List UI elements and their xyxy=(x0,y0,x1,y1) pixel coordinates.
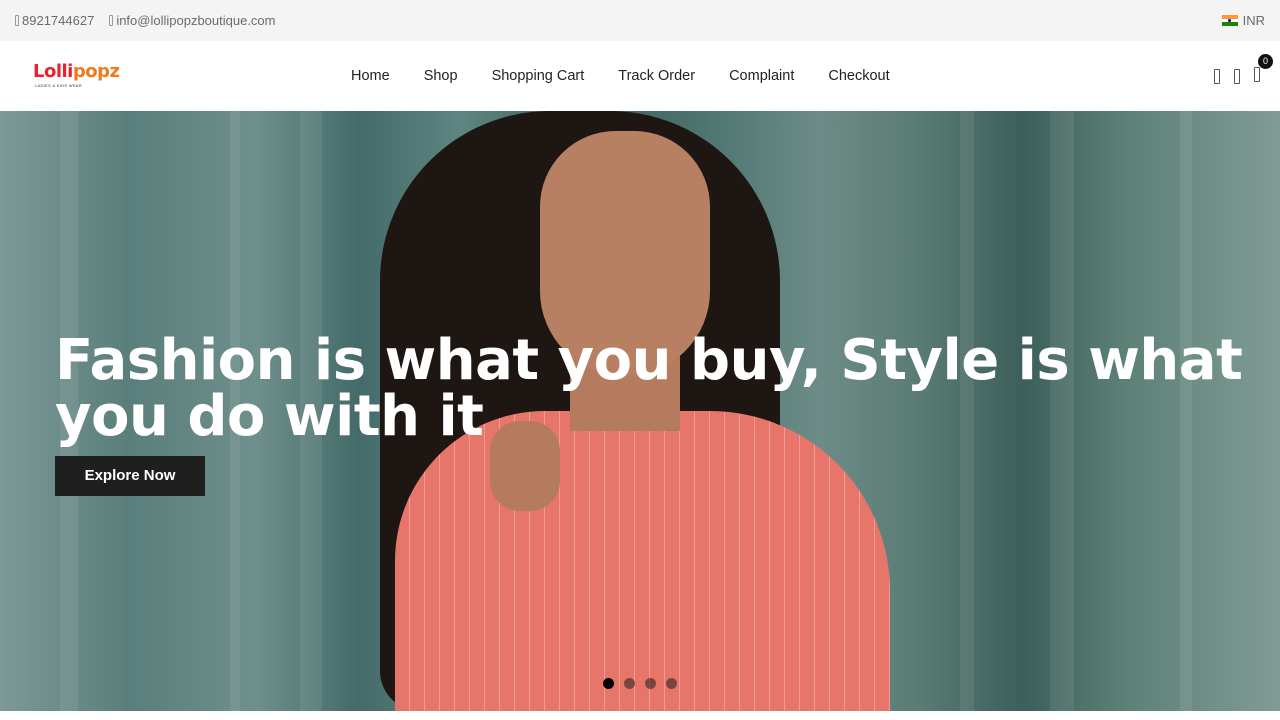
cart-icon xyxy=(1254,66,1260,82)
slide-dot-2[interactable] xyxy=(624,678,635,689)
phone-link[interactable]: 8921744627 xyxy=(15,13,94,28)
slide-dot-3[interactable] xyxy=(645,678,656,689)
nav-shopping-cart[interactable]: Shopping Cart xyxy=(475,68,602,84)
nav-home[interactable]: Home xyxy=(334,68,407,84)
logo-wordmark: Lollipopz xyxy=(33,61,120,82)
hero-content: Fashion is what you buy, Style is what y… xyxy=(55,333,1255,496)
hero-slider: Fashion is what you buy, Style is what y… xyxy=(0,111,1280,711)
nav-shop[interactable]: Shop xyxy=(407,68,475,84)
email-address: info@lollipopzboutique.com xyxy=(116,13,276,28)
site-header: Lollipopz LADIES & KIDS WEAR Home Shop S… xyxy=(0,41,1280,111)
phone-number: 8921744627 xyxy=(22,13,95,28)
india-flag-icon xyxy=(1221,15,1238,27)
cart-button[interactable]: 0 xyxy=(1254,53,1273,86)
header-actions: 0 xyxy=(1214,41,1273,111)
cart-count-badge: 0 xyxy=(1258,53,1273,69)
hero-title: Fashion is what you buy, Style is what y… xyxy=(55,328,1243,449)
brand-logo[interactable]: Lollipopz LADIES & KIDS WEAR xyxy=(33,61,120,91)
email-link[interactable]: info@lollipopzboutique.com xyxy=(109,13,276,28)
search-icon[interactable] xyxy=(1214,68,1220,84)
nav-complaint[interactable]: Complaint xyxy=(712,68,811,84)
currency-label: INR xyxy=(1242,13,1265,28)
explore-now-button[interactable]: Explore Now xyxy=(55,456,205,496)
envelope-icon xyxy=(109,15,114,26)
slide-dot-1[interactable] xyxy=(603,678,614,689)
nav-checkout[interactable]: Checkout xyxy=(811,68,906,84)
slider-pagination xyxy=(603,678,677,689)
main-nav: Home Shop Shopping Cart Track Order Comp… xyxy=(334,41,907,111)
contact-info: 8921744627 info@lollipopzboutique.com xyxy=(15,0,276,41)
phone-icon xyxy=(15,15,19,26)
currency-selector[interactable]: INR xyxy=(1221,0,1265,41)
nav-track-order[interactable]: Track Order xyxy=(601,68,712,84)
user-icon[interactable] xyxy=(1234,68,1240,84)
top-bar: 8921744627 info@lollipopzboutique.com IN… xyxy=(0,0,1280,41)
slide-dot-4[interactable] xyxy=(666,678,677,689)
logo-tagline: LADIES & KIDS WEAR xyxy=(35,83,82,88)
